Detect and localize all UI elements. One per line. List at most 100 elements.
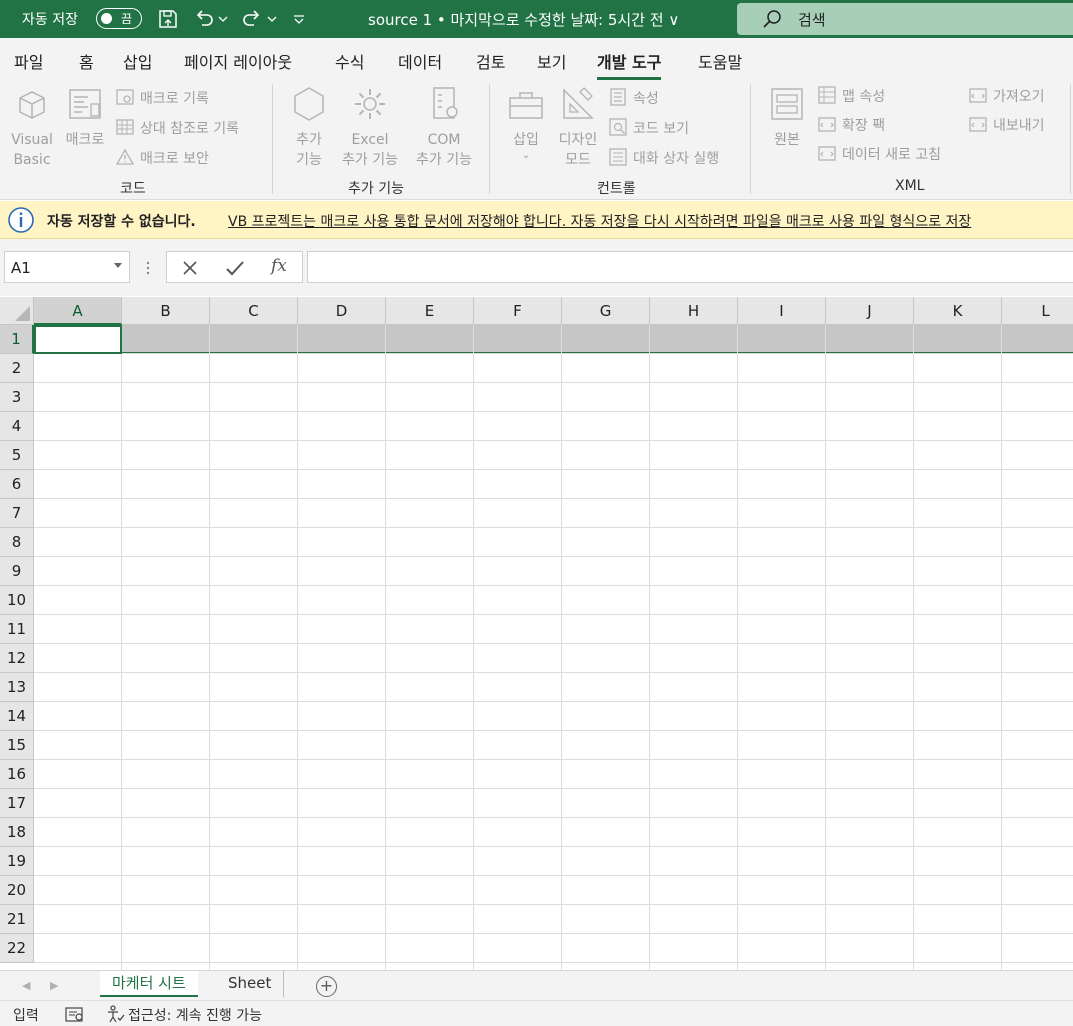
spreadsheet-grid[interactable]: A B C D E F G H I J K L 1 2 3 4 5 6 7 8 9 10 11 12 13 14 15 16 17 18 1… <box>0 297 1073 970</box>
refresh-data-button[interactable]: 데이터 새로 고침 <box>842 144 941 164</box>
select-all-button[interactable] <box>0 297 34 325</box>
visual-basic-button[interactable]: Visual Basic <box>6 84 58 170</box>
map-properties-button[interactable]: 맵 속성 <box>842 86 885 106</box>
undo-dropdown-icon[interactable] <box>217 7 229 31</box>
gridline-horizontal <box>34 672 1073 673</box>
column-header[interactable]: F <box>474 297 562 325</box>
tab-page-layout[interactable]: 페이지 레이아웃 <box>184 49 292 73</box>
relative-reference-button[interactable]: 상대 참조로 기록 <box>140 118 239 138</box>
addins-button[interactable]: 추가 기능 <box>286 84 332 170</box>
enter-check-icon[interactable] <box>225 259 245 277</box>
tab-developer[interactable]: 개발 도구 <box>597 49 662 80</box>
row-header[interactable]: 10 <box>0 586 34 615</box>
row-header[interactable]: 12 <box>0 644 34 673</box>
document-title[interactable]: source 1 • 마지막으로 수정한 날짜: 5시간 전 ∨ <box>368 9 679 30</box>
sheet-prev-icon[interactable]: ◀ <box>22 979 30 992</box>
insert-control-button[interactable]: 삽입 ⌄ <box>504 84 548 162</box>
gridline-horizontal <box>34 527 1073 528</box>
row-header[interactable]: 9 <box>0 557 34 586</box>
sheet-tab-active[interactable]: 마케터 시트 <box>100 971 198 997</box>
toolbox-icon <box>509 92 543 119</box>
row-header[interactable]: 17 <box>0 789 34 818</box>
row-header[interactable]: 6 <box>0 470 34 499</box>
row-header[interactable]: 15 <box>0 731 34 760</box>
group-separator <box>489 84 490 194</box>
message-link[interactable]: VB 프로젝트는 매크로 사용 통합 문서에 저장해야 합니다. 자동 저장을 … <box>228 211 971 231</box>
column-header[interactable]: A <box>34 297 122 325</box>
redo-dropdown-icon[interactable] <box>266 7 278 31</box>
chevron-down-icon[interactable] <box>114 263 122 268</box>
info-icon <box>8 207 34 233</box>
row-header[interactable]: 14 <box>0 702 34 731</box>
resize-dots-icon[interactable] <box>146 261 150 275</box>
row-header[interactable]: 3 <box>0 383 34 412</box>
gridline-horizontal <box>34 440 1073 441</box>
name-box[interactable]: A1 <box>4 251 130 283</box>
view-code-button[interactable]: 코드 보기 <box>633 118 689 138</box>
redo-icon[interactable] <box>240 7 264 31</box>
com-addins-button[interactable]: COM 추가 기능 <box>408 84 480 170</box>
autosave-toggle[interactable]: 끔 <box>96 8 142 29</box>
sheet-tab[interactable]: Sheet <box>216 971 285 997</box>
properties-button[interactable]: 속성 <box>633 88 659 108</box>
column-header[interactable]: I <box>738 297 826 325</box>
row-header[interactable]: 21 <box>0 905 34 934</box>
row-header[interactable]: 18 <box>0 818 34 847</box>
column-header[interactable]: H <box>650 297 738 325</box>
tab-home[interactable]: 홈 <box>79 49 94 73</box>
row-header[interactable]: 20 <box>0 876 34 905</box>
expansion-packs-button[interactable]: 확장 팩 <box>842 115 885 135</box>
xml-source-button[interactable]: 원본 <box>764 84 810 150</box>
macros-button[interactable]: 매크로 <box>62 84 108 150</box>
row-header[interactable]: 13 <box>0 673 34 702</box>
column-header[interactable]: E <box>386 297 474 325</box>
column-header[interactable]: J <box>826 297 914 325</box>
row-header[interactable]: 22 <box>0 934 34 963</box>
search-box[interactable]: 검색 <box>737 3 1073 35</box>
row-header[interactable]: 19 <box>0 847 34 876</box>
column-header[interactable]: C <box>210 297 298 325</box>
cancel-icon[interactable] <box>181 259 199 277</box>
record-macro-button[interactable]: 매크로 기록 <box>140 88 209 108</box>
tab-insert[interactable]: 삽입 <box>123 49 152 73</box>
accessibility-icon[interactable] <box>106 1005 126 1024</box>
insert-function-button[interactable]: fx <box>271 256 287 276</box>
row-header[interactable]: 11 <box>0 615 34 644</box>
formula-input[interactable] <box>307 251 1073 283</box>
design-mode-button[interactable]: 디자인 모드 <box>553 84 603 170</box>
macro-security-button[interactable]: 매크로 보안 <box>140 148 209 168</box>
run-dialog-button[interactable]: 대화 상자 실행 <box>633 148 719 168</box>
undo-icon[interactable] <box>192 7 216 31</box>
active-cell[interactable] <box>34 325 122 354</box>
excel-addins-button[interactable]: Excel 추가 기능 <box>334 84 406 170</box>
sheet-next-icon[interactable]: ▶ <box>50 979 58 992</box>
column-header[interactable]: D <box>298 297 386 325</box>
design-mode-icon <box>563 87 594 119</box>
tab-formulas[interactable]: 수식 <box>335 49 364 73</box>
save-icon[interactable] <box>156 7 180 31</box>
column-header[interactable]: K <box>914 297 1002 325</box>
row-header[interactable]: 2 <box>0 354 34 383</box>
macro-recording-icon[interactable] <box>65 1006 85 1023</box>
gridline-horizontal <box>34 933 1073 934</box>
tab-view[interactable]: 보기 <box>537 49 566 73</box>
add-sheet-icon[interactable]: + <box>316 976 337 997</box>
row-header[interactable]: 4 <box>0 412 34 441</box>
row-header[interactable]: 7 <box>0 499 34 528</box>
column-header[interactable]: G <box>562 297 650 325</box>
row-header[interactable]: 5 <box>0 441 34 470</box>
row-header[interactable]: 1 <box>0 325 34 354</box>
tab-data[interactable]: 데이터 <box>398 49 442 73</box>
accessibility-status[interactable]: 접근성: 계속 진행 가능 <box>128 1005 262 1025</box>
customize-qat-icon[interactable] <box>290 7 308 31</box>
column-header[interactable]: L <box>1002 297 1073 325</box>
import-button[interactable]: 가져오기 <box>993 86 1045 106</box>
tab-help[interactable]: 도움말 <box>698 49 742 73</box>
excel-addins-label-2: 추가 기능 <box>342 152 398 168</box>
tab-review[interactable]: 검토 <box>476 49 505 73</box>
column-header[interactable]: B <box>122 297 210 325</box>
export-button[interactable]: 내보내기 <box>993 115 1045 135</box>
row-header[interactable]: 16 <box>0 760 34 789</box>
tab-file[interactable]: 파일 <box>14 49 43 73</box>
row-header[interactable]: 8 <box>0 528 34 557</box>
